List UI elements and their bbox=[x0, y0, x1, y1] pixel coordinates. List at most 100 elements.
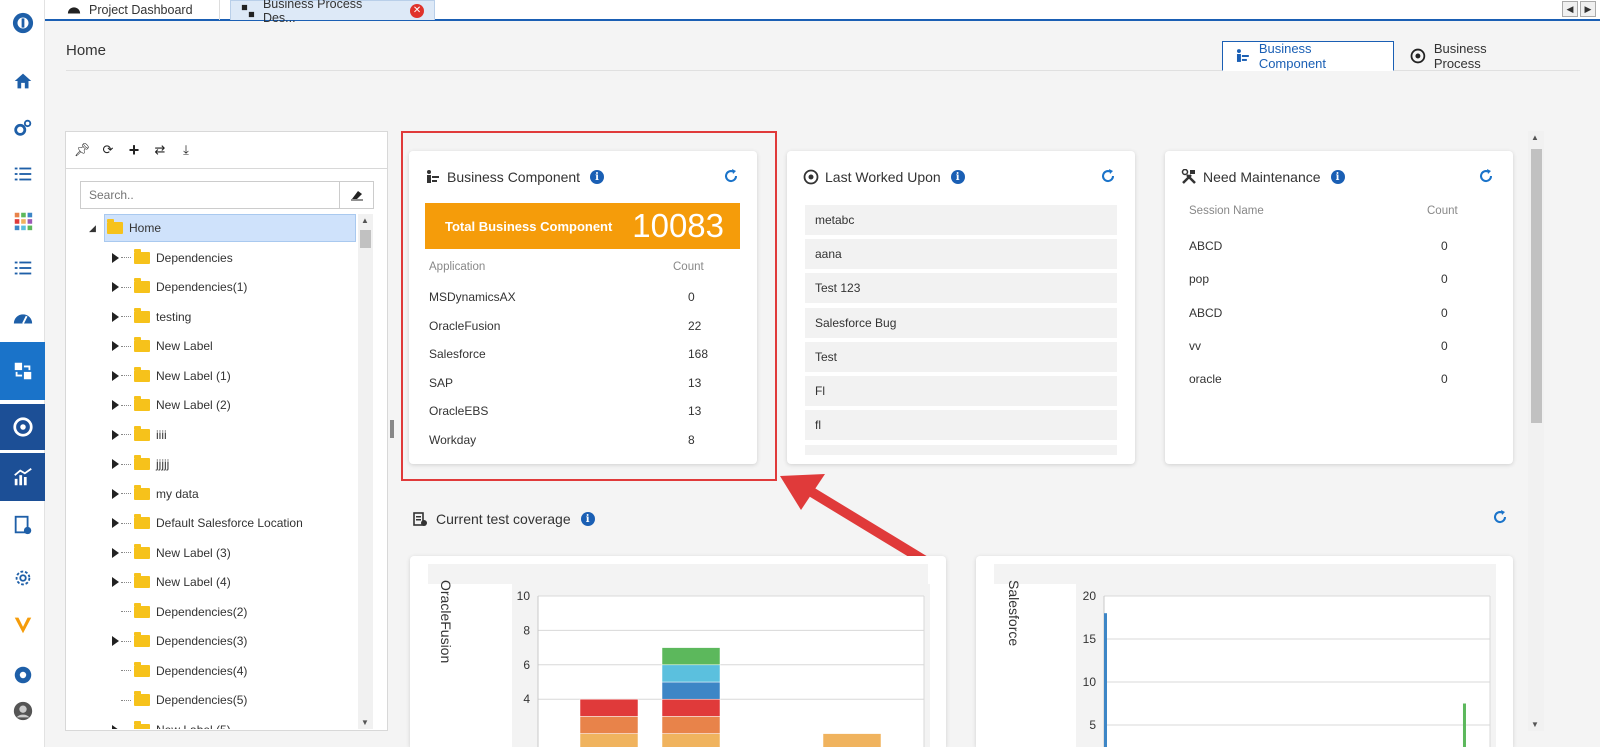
expand-caret-icon[interactable] bbox=[112, 518, 119, 528]
bar-segment[interactable] bbox=[661, 733, 721, 747]
expand-caret-icon[interactable] bbox=[112, 577, 119, 587]
tab-business-process[interactable]: Business Process Des... ✕ bbox=[230, 0, 435, 25]
user-avatar-icon[interactable] bbox=[0, 688, 45, 734]
tree-node[interactable]: Dependencies(3) bbox=[112, 627, 247, 655]
expand-caret-icon[interactable] bbox=[112, 488, 119, 499]
bar-segment[interactable] bbox=[661, 698, 721, 717]
tab-project-dashboard[interactable]: Project Dashboard bbox=[57, 0, 220, 20]
tree-node[interactable]: New Label (1) bbox=[112, 362, 231, 390]
tree-connector bbox=[121, 257, 131, 258]
last-worked-item[interactable]: metabc bbox=[805, 205, 1117, 235]
info-icon[interactable]: i bbox=[1330, 170, 1345, 184]
add-icon[interactable]: + bbox=[126, 140, 142, 160]
app-logo-icon[interactable] bbox=[0, 0, 45, 46]
last-worked-item[interactable]: aana bbox=[805, 239, 1117, 270]
tree-node[interactable]: iiii bbox=[112, 421, 167, 449]
pin-icon[interactable]: 📌︎ bbox=[74, 142, 91, 158]
expand-caret-icon[interactable] bbox=[112, 341, 119, 351]
analytics-chart-icon[interactable] bbox=[0, 453, 45, 501]
tree-node-label: Dependencies bbox=[156, 250, 233, 265]
tree-node-label: iiii bbox=[156, 427, 167, 442]
move-icon[interactable]: ⇄ bbox=[152, 142, 168, 158]
tree-scrollbar[interactable]: ▲ ▼ bbox=[358, 214, 373, 729]
tree-node[interactable]: jjjjj bbox=[112, 450, 169, 478]
info-icon[interactable]: i bbox=[580, 512, 595, 526]
bar-segment[interactable] bbox=[661, 664, 721, 683]
tree-node[interactable]: Default Salesforce Location bbox=[112, 509, 303, 537]
settings-gear-icon[interactable] bbox=[0, 555, 45, 601]
expand-caret-icon[interactable] bbox=[112, 636, 119, 646]
panel-splitter-handle[interactable] bbox=[390, 420, 394, 438]
tree-node[interactable]: Dependencies(1) bbox=[112, 273, 247, 301]
bar[interactable] bbox=[1104, 613, 1107, 747]
close-tab-icon[interactable]: ✕ bbox=[410, 3, 424, 18]
bar-segment[interactable] bbox=[579, 698, 639, 717]
lifebuoy-icon[interactable] bbox=[0, 404, 45, 450]
last-worked-item-partial bbox=[805, 445, 1117, 455]
list-detail-icon[interactable] bbox=[0, 245, 45, 291]
bar[interactable] bbox=[1462, 703, 1466, 747]
gears-icon[interactable] bbox=[0, 105, 45, 151]
bar-segment[interactable] bbox=[661, 716, 721, 734]
grid-apps-icon[interactable] bbox=[0, 198, 45, 244]
report-check-icon[interactable] bbox=[0, 502, 45, 548]
tree-node[interactable]: Dependencies bbox=[112, 244, 233, 272]
home-icon[interactable] bbox=[0, 58, 45, 104]
expand-caret-icon[interactable] bbox=[112, 429, 119, 440]
scroll-right-icon[interactable]: ▶ bbox=[1580, 1, 1596, 17]
tree-node[interactable]: New Label (5) bbox=[112, 716, 231, 729]
bar-segment[interactable] bbox=[822, 733, 882, 747]
tree-node[interactable]: New Label (2) bbox=[112, 391, 231, 419]
brand-v-icon[interactable] bbox=[0, 602, 45, 648]
salesforce-coverage-card: Salesforce 5 10 15 20 bbox=[976, 556, 1513, 747]
folder-icon bbox=[134, 425, 150, 441]
tree-node[interactable]: testing bbox=[112, 303, 191, 331]
business-process-icon[interactable] bbox=[0, 342, 45, 400]
expand-caret-icon[interactable] bbox=[112, 282, 119, 292]
tree-node-home[interactable]: ◢ Home bbox=[89, 214, 356, 242]
eraser-icon[interactable] bbox=[339, 182, 373, 208]
expand-caret-icon[interactable] bbox=[112, 370, 119, 381]
last-worked-item[interactable]: Test bbox=[805, 341, 1117, 372]
expand-caret-icon[interactable] bbox=[112, 400, 119, 410]
tab-scroll-controls: ◀ ▶ bbox=[1562, 1, 1596, 17]
refresh-icon[interactable]: ⟳ bbox=[100, 142, 116, 158]
tree-node[interactable]: Dependencies(2) bbox=[112, 598, 247, 626]
last-worked-item[interactable]: fl bbox=[805, 410, 1117, 441]
list-icon[interactable] bbox=[0, 151, 45, 197]
tree-node[interactable]: Dependencies(4) bbox=[112, 657, 247, 685]
refresh-icon[interactable] bbox=[1478, 168, 1494, 184]
tree-node[interactable]: Dependencies(5) bbox=[112, 686, 247, 714]
view-tab-business-component[interactable]: Business Component bbox=[1222, 41, 1394, 71]
tree-node[interactable]: New Label bbox=[112, 332, 213, 360]
expand-caret-icon[interactable] bbox=[112, 252, 119, 263]
expand-caret-icon[interactable] bbox=[112, 547, 119, 558]
dashboard-gauge-icon[interactable] bbox=[0, 295, 45, 341]
tree-node-label: Home bbox=[129, 221, 162, 235]
download-icon[interactable]: ⤓ bbox=[178, 142, 194, 158]
last-worked-item[interactable]: Test 123 bbox=[805, 273, 1117, 304]
session-count: 0 bbox=[1441, 372, 1448, 387]
main-scroll-thumb[interactable] bbox=[1531, 149, 1542, 423]
tree-search-input[interactable] bbox=[81, 182, 339, 208]
bar-segment[interactable] bbox=[579, 716, 639, 734]
expand-caret-icon[interactable] bbox=[112, 724, 119, 729]
tree-node[interactable]: New Label (4) bbox=[112, 568, 231, 596]
expand-caret-icon[interactable] bbox=[112, 459, 119, 469]
view-tab-business-process[interactable]: Business Process bbox=[1398, 41, 1548, 71]
tree-node[interactable]: New Label (3) bbox=[112, 539, 231, 567]
expand-caret-icon[interactable] bbox=[112, 311, 119, 322]
tree-node[interactable]: my data bbox=[112, 480, 199, 508]
last-worked-item[interactable]: Salesforce Bug bbox=[805, 307, 1117, 338]
coverage-refresh-icon[interactable] bbox=[1492, 509, 1508, 525]
tree-connector bbox=[121, 286, 131, 288]
y-tick-label: 5 bbox=[1089, 718, 1096, 732]
main-scrollbar[interactable]: ▲ ▼ bbox=[1528, 131, 1544, 731]
tree-scroll-thumb[interactable] bbox=[360, 230, 371, 248]
bar-segment[interactable] bbox=[661, 647, 721, 666]
last-worked-item[interactable]: Fl bbox=[805, 376, 1117, 406]
bar-segment[interactable] bbox=[579, 733, 639, 747]
scroll-left-icon[interactable]: ◀ bbox=[1562, 1, 1578, 17]
tree-connector bbox=[121, 463, 131, 465]
bar-segment[interactable] bbox=[661, 681, 721, 700]
